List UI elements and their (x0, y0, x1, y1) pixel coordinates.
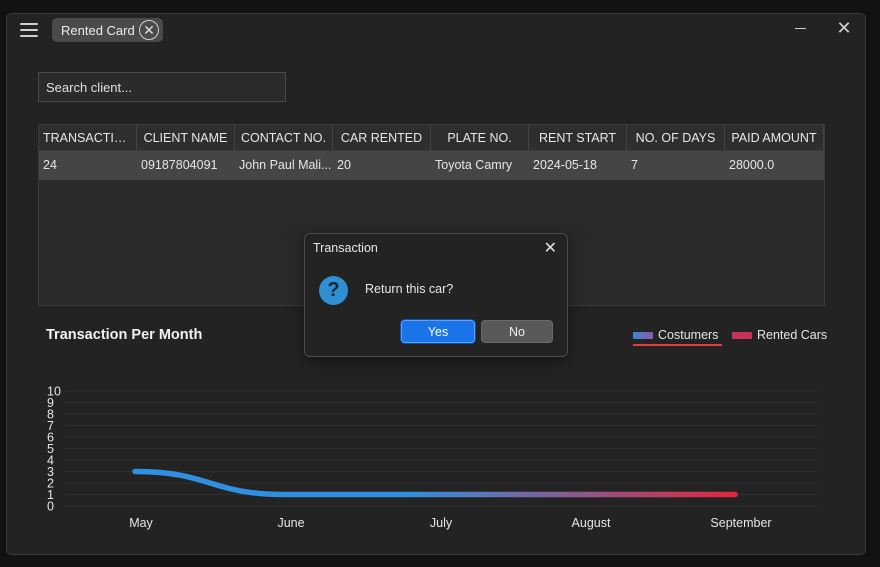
dialog-message: Return this car? (365, 282, 454, 296)
yes-button[interactable]: Yes (401, 320, 475, 343)
x-tick-label: June (277, 516, 304, 530)
no-button[interactable]: No (481, 320, 553, 343)
confirm-dialog: Transaction ✕ ? Return this car? Yes No (304, 233, 568, 357)
dialog-title: Transaction (313, 241, 378, 255)
x-tick-label: September (710, 516, 771, 530)
x-tick-label: July (430, 516, 453, 530)
dialog-close-icon[interactable]: ✕ (544, 238, 557, 258)
question-icon: ? (319, 276, 348, 305)
y-tick-label: 10 (47, 385, 61, 399)
x-tick-label: August (572, 516, 611, 530)
x-tick-label: May (129, 516, 153, 530)
